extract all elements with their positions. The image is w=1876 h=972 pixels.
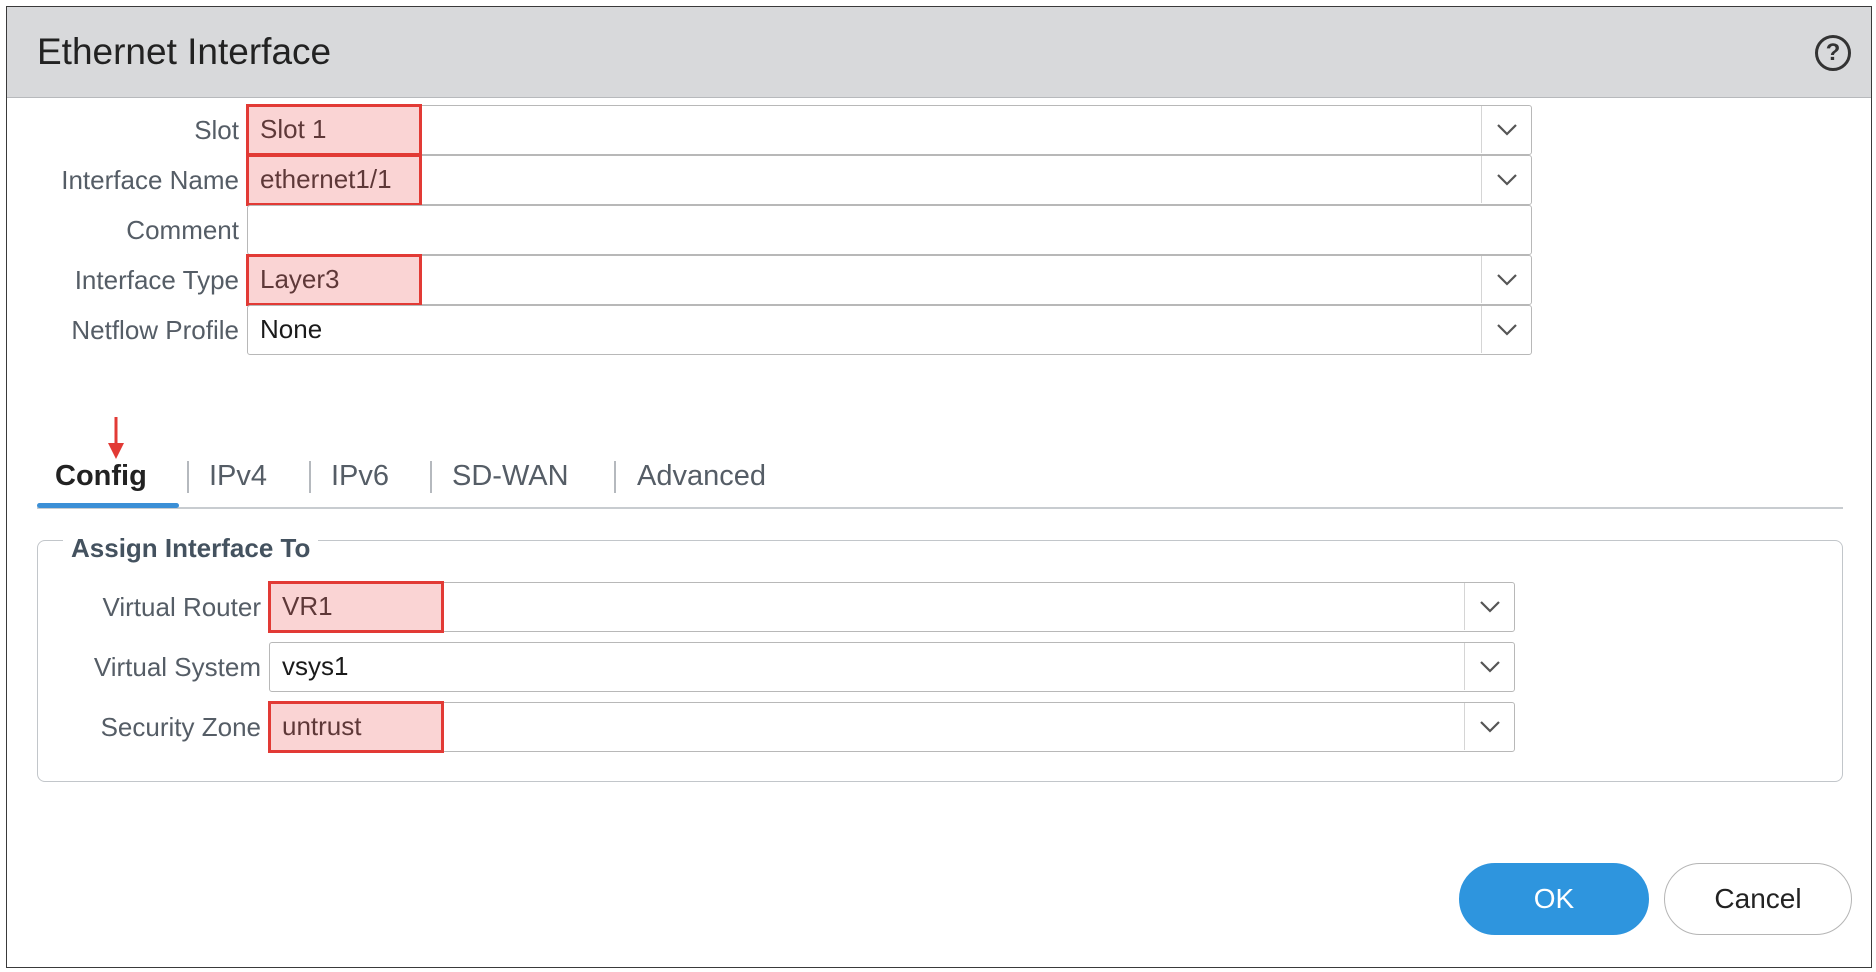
cancel-button[interactable]: Cancel: [1664, 863, 1852, 935]
tab-separator: [430, 461, 432, 493]
slot-label: Slot: [194, 115, 239, 145]
tab-bar: Config IPv4 IPv6 SD-WAN Advanced: [37, 447, 1843, 509]
virtual-router-value: VR1: [282, 591, 333, 621]
tab-ipv4[interactable]: IPv4: [209, 447, 267, 507]
dialog-title: Ethernet Interface: [37, 31, 332, 72]
netflow-profile-value: None: [260, 314, 323, 344]
security-zone-value: untrust: [282, 711, 362, 741]
slot-value: Slot 1: [260, 114, 327, 144]
interface-type-label: Interface Type: [74, 265, 239, 295]
virtual-router-label: Virtual Router: [102, 592, 262, 622]
comment-input[interactable]: [247, 205, 1532, 255]
virtual-router-select[interactable]: VR1: [268, 581, 1515, 633]
chevron-down-icon[interactable]: [1464, 643, 1514, 690]
chevron-down-icon[interactable]: [1481, 306, 1531, 353]
interface-name-select[interactable]: ethernet1/1: [246, 154, 1532, 206]
chevron-down-icon[interactable]: [1481, 256, 1531, 303]
security-zone-select[interactable]: untrust: [268, 701, 1515, 753]
tab-config[interactable]: Config: [55, 447, 147, 507]
tab-advanced[interactable]: Advanced: [637, 447, 766, 507]
chevron-down-icon[interactable]: [1464, 583, 1514, 630]
netflow-profile-label: Netflow Profile: [71, 315, 239, 345]
active-tab-indicator: [37, 503, 179, 508]
interface-name-value: ethernet1/1: [260, 164, 392, 194]
chevron-down-icon[interactable]: [1481, 156, 1531, 203]
virtual-system-value: vsys1: [282, 651, 349, 681]
chevron-down-icon[interactable]: [1481, 106, 1531, 153]
interface-type-select[interactable]: Layer3: [246, 254, 1532, 306]
tab-sd-wan[interactable]: SD-WAN: [452, 447, 569, 507]
interface-name-label: Interface Name: [61, 165, 239, 195]
assign-interface-legend: Assign Interface To: [63, 533, 319, 564]
tab-separator: [187, 461, 189, 493]
virtual-system-label: Virtual System: [93, 652, 261, 682]
interface-type-value: Layer3: [260, 264, 340, 294]
netflow-profile-select[interactable]: None: [247, 305, 1532, 355]
tab-separator: [614, 461, 616, 493]
help-icon[interactable]: ?: [1815, 35, 1851, 71]
chevron-down-icon[interactable]: [1464, 703, 1514, 750]
dialog-titlebar: Ethernet Interface ?: [7, 7, 1871, 98]
ethernet-interface-dialog: Ethernet Interface ? Slot Slot 1 Interfa…: [6, 6, 1872, 968]
security-zone-label: Security Zone: [100, 712, 261, 742]
ok-button[interactable]: OK: [1459, 863, 1649, 935]
virtual-system-select[interactable]: vsys1: [269, 642, 1515, 692]
tab-ipv6[interactable]: IPv6: [331, 447, 389, 507]
tab-separator: [309, 461, 311, 493]
comment-label: Comment: [126, 215, 239, 245]
slot-select[interactable]: Slot 1: [246, 104, 1532, 156]
